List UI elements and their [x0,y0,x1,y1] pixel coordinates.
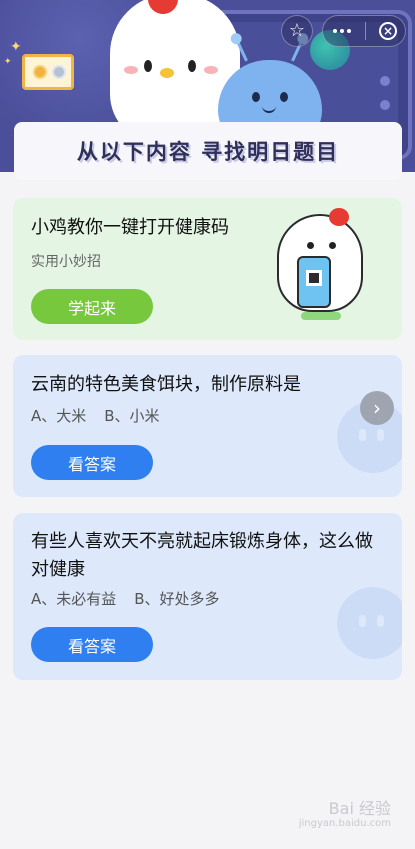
chicken-eye [144,60,152,72]
option-b: B、好处多多 [134,590,220,608]
view-answer-button[interactable]: 看答案 [31,627,153,662]
chicken-blush [204,66,218,74]
silver-medal-icon [52,65,66,79]
option-b: B、小米 [104,407,160,425]
chicken-body [277,214,363,312]
chicken-eye [188,60,196,72]
decor-dot [380,76,390,86]
chevron-right-icon[interactable]: › [360,391,394,425]
alien-eye [280,92,288,102]
watermark-url: jingyan.baidu.com [298,818,391,829]
qr-code-icon [306,270,322,286]
phone-icon [297,256,331,308]
chicken-eye [329,242,336,249]
chicken-eye [307,242,314,249]
sparkle-icon: ✦ [10,39,22,55]
question-card[interactable]: 有些人喜欢天不亮就起床锻炼身体，这么做对健康 A、未必有益 B、好处多多 看答案 [13,513,402,680]
chicken-blush [124,66,138,74]
capsule-divider [364,22,366,40]
view-answer-button[interactable]: 看答案 [31,445,153,480]
learn-button[interactable]: 学起来 [31,289,153,324]
favorite-button[interactable]: ☆ [281,15,313,47]
option-a: A、未必有益 [31,590,117,608]
gold-medal-icon [33,65,47,79]
ghost-decoration-icon [337,587,402,659]
promo-title: 小鸡教你一键打开健康码 [31,217,229,238]
question-options: A、未必有益 B、好处多多 [31,588,220,609]
alien-mouth [262,106,276,113]
chicken-phone-illustration [271,208,371,326]
option-a: A、大米 [31,407,87,425]
chicken-shadow [301,312,341,320]
decor-dot [380,100,390,110]
baidu-watermark: Bai 经验 jingyan.baidu.com [299,800,391,829]
mini-program-capsule: × [322,15,406,47]
close-icon[interactable]: × [379,22,397,40]
promo-card[interactable]: 小鸡教你一键打开健康码 实用小妙招 学起来 [13,198,402,340]
more-icon[interactable] [333,29,351,33]
question-title: 云南的特色美食饵块，制作原料是 [31,374,301,395]
question-options: A、大米 B、小米 [31,405,160,426]
chicken-comb [148,0,178,14]
section-banner: 从以下内容 寻找明日题目 [14,122,402,180]
chicken-beak [160,68,174,78]
watermark-logo-text: Bai 经验 [328,799,391,819]
alien-eye [252,92,260,102]
question-title: 有些人喜欢天不亮就起床锻炼身体，这么做对健康 [31,531,373,580]
promo-subtitle: 实用小妙招 [31,254,101,270]
medal-board [22,54,74,90]
sparkle-icon: ✦ [4,57,12,67]
banner-title: 从以下内容 寻找明日题目 [76,140,340,164]
question-card[interactable]: 云南的特色美食饵块，制作原料是 A、大米 B、小米 看答案 › [13,355,402,497]
star-icon: ☆ [288,20,306,41]
chicken-comb [329,208,349,226]
